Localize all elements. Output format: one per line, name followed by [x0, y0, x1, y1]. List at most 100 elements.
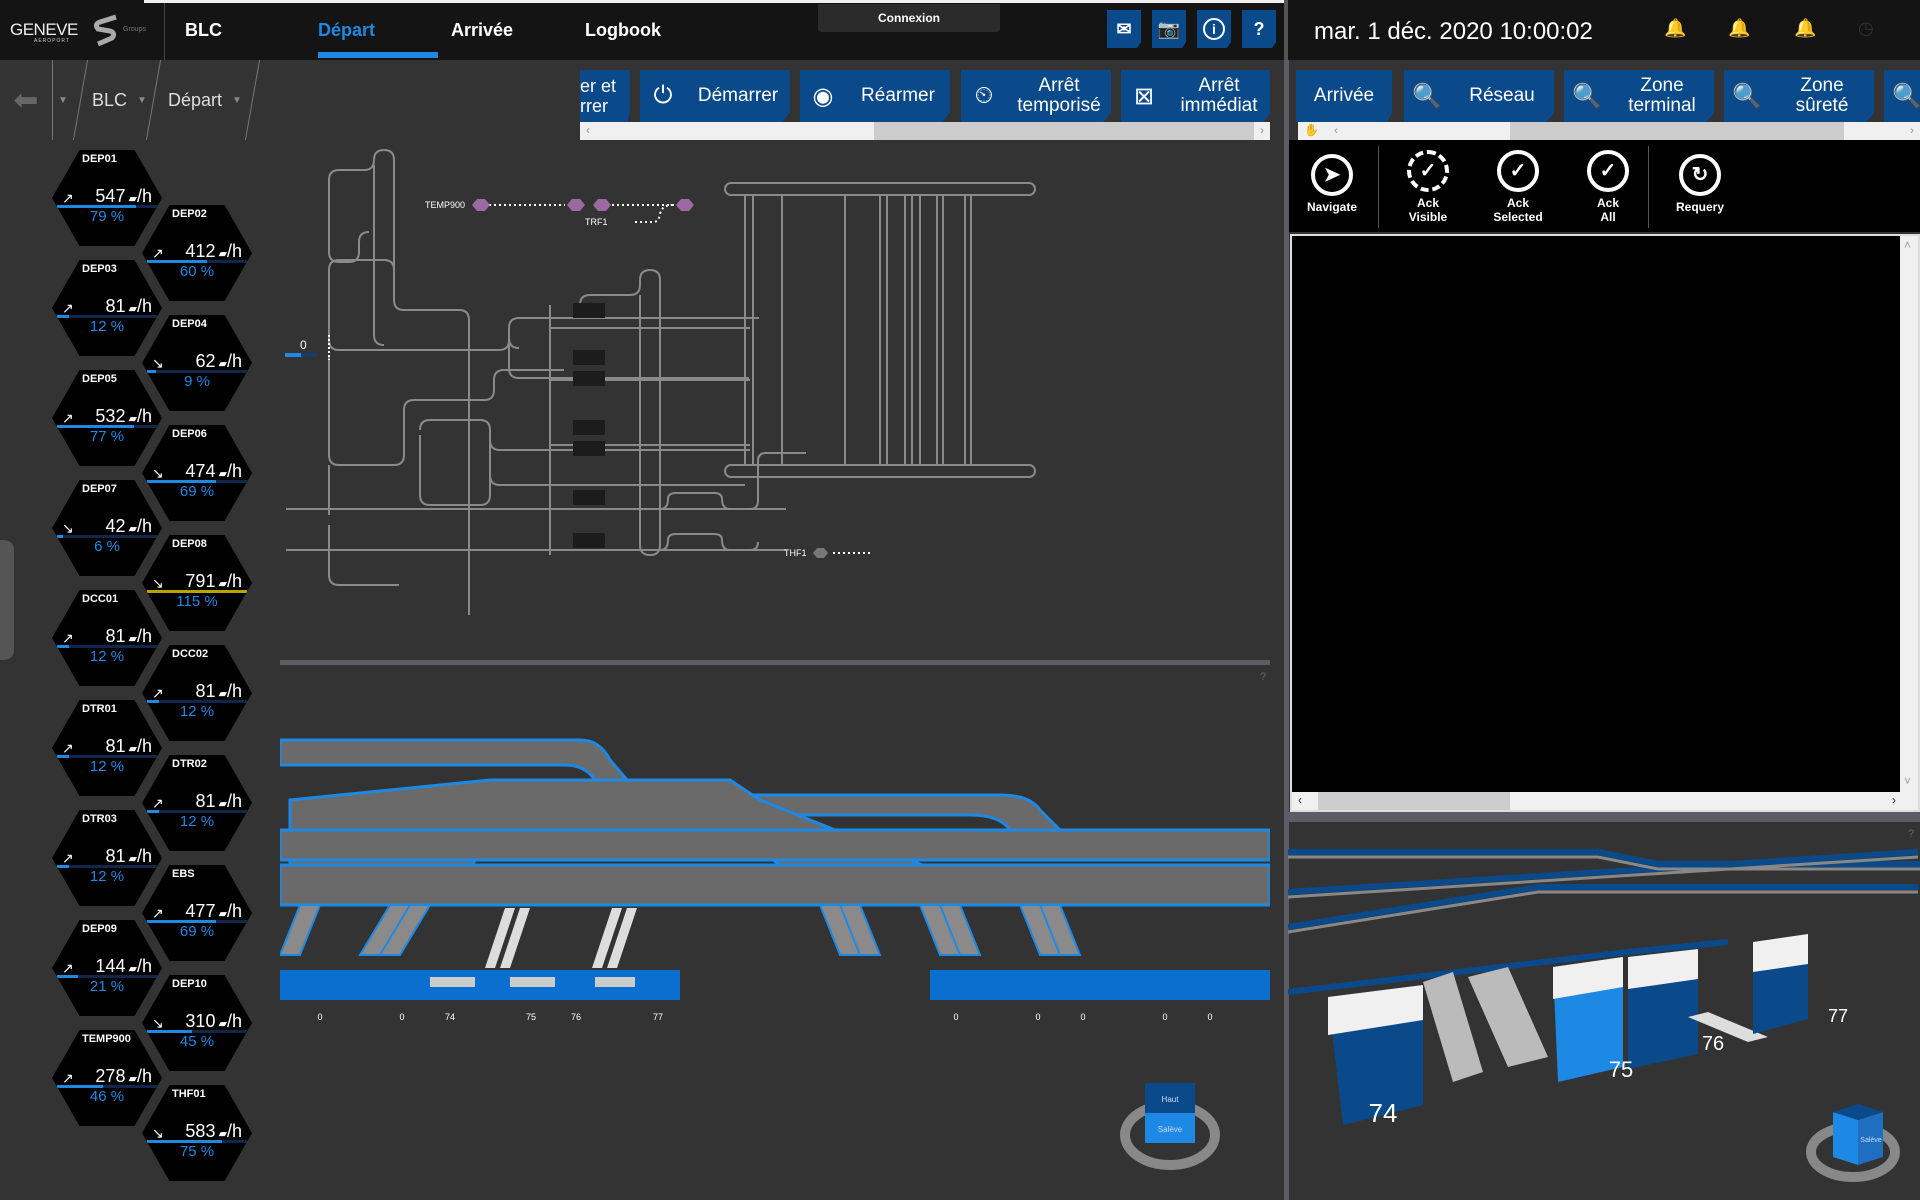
alert-list-horizontal-scrollbar[interactable]: ‹ ›	[1292, 792, 1918, 810]
chute-label: 0	[317, 1012, 322, 1022]
ack-all-button[interactable]: ✓ Ack All	[1568, 150, 1648, 224]
right-header: mar. 1 déc. 2020 10:00:02 🔔 🔔 🔔 ◷	[1284, 0, 1920, 60]
filter-toolbar-scrollbar[interactable]: ✋ ‹ ›	[1298, 122, 1920, 140]
camera-icon: 📷	[1157, 18, 1181, 39]
station-percent: 79 %	[89, 208, 125, 225]
navigate-button[interactable]: ➤ Navigate	[1292, 154, 1372, 214]
tab-depart[interactable]: Départ	[318, 20, 375, 41]
sidebar-handle[interactable]	[0, 540, 14, 660]
chevron-down-icon[interactable]: ▼	[137, 95, 147, 106]
station-tile-dep03[interactable]: DEP03 ↗ 81 ▰/h 12 %	[52, 260, 162, 356]
trf1-label: TRF1	[585, 217, 608, 227]
back-button[interactable]: ⬅	[0, 60, 52, 140]
mail-button[interactable]: ✉	[1107, 10, 1141, 48]
station-tile-dep09[interactable]: DEP09 ↗ 144 ▰/h 21 %	[52, 920, 162, 1016]
action-label: Réarmer	[861, 85, 935, 106]
station-tile-dtr01[interactable]: DTR01 ↗ 81 ▰/h 12 %	[52, 700, 162, 796]
datetime: mar. 1 déc. 2020 10:00:02	[1314, 18, 1593, 45]
rearmer-button[interactable]: ◉ Réarmer	[800, 70, 950, 122]
breadcrumb: ⬅ ▼ BLC ▼ Départ ▼	[0, 60, 261, 140]
station-tile-dep02[interactable]: DEP02 ↗ 412 ▰/h 60 %	[142, 205, 252, 301]
breadcrumb-item-blc[interactable]: BLC ▼	[92, 60, 147, 140]
chute-label: 77	[1828, 1006, 1848, 1026]
alert-filter-toolbar: Arrivée 🔍 Réseau 🔍 Zone terminal 🔍 Zone sûret…	[1296, 70, 1920, 122]
camera-button[interactable]: 📷	[1152, 10, 1186, 48]
info-button[interactable]: i	[1197, 10, 1231, 48]
bag-icon: ▰	[125, 193, 137, 205]
tab-arrivee[interactable]: Arrivée	[451, 20, 513, 41]
bag-icon: ▰	[125, 743, 137, 755]
history-clock-icon[interactable]: ◷	[1858, 18, 1874, 39]
filter-reseau-button[interactable]: 🔍 Réseau	[1404, 70, 1554, 122]
station-rate: 81 ▰/h	[105, 846, 152, 866]
station-tile-dep06[interactable]: DEP06 ↘ 474 ▰/h 69 %	[142, 425, 252, 521]
station-tile-dtr03[interactable]: DTR03 ↗ 81 ▰/h 12 %	[52, 810, 162, 906]
station-percent: 12 %	[89, 648, 125, 665]
view-cube[interactable]: Salève	[1806, 1104, 1900, 1182]
alert-list-vertical-scrollbar[interactable]: ˄ ˅	[1900, 236, 1918, 794]
breadcrumb-item-depart[interactable]: Départ ▼	[168, 60, 242, 140]
cube-front-label: Salève	[1860, 1137, 1882, 1144]
station-percent: 12 %	[89, 758, 125, 775]
logo-subtext: AEROPORT	[34, 38, 70, 44]
station-rate: 310 ▰/h	[185, 1011, 242, 1031]
right-horizontal-splitter[interactable]	[1288, 812, 1920, 822]
action-toolbar-scrollbar[interactable]: ‹ ›	[580, 122, 1270, 140]
station-tile-dep05[interactable]: DEP05 ↗ 532 ▰/h 77 %	[52, 370, 162, 466]
station-tile-dep01[interactable]: DEP01 ↗ 547 ▰/h 79 %	[52, 150, 162, 246]
station-percent: 9 %	[184, 373, 210, 390]
station-name: DEP09	[82, 923, 117, 935]
partial-action-button[interactable]: er et rrer	[580, 70, 630, 122]
station-tile-temp900[interactable]: TEMP900 ↗ 278 ▰/h 46 %	[52, 1030, 162, 1126]
logo: GENEVE AEROPORT Groups	[0, 0, 165, 60]
ack-visible-icon: ✓	[1407, 150, 1449, 192]
station-percent: 12 %	[89, 868, 125, 885]
station-tile-dep10[interactable]: DEP10 ↘ 310 ▰/h 45 %	[142, 975, 252, 1071]
3d-view-right[interactable]: 74 75 76 77 ? Salève	[1288, 822, 1920, 1200]
station-name: EBS	[172, 868, 195, 880]
demarrer-button[interactable]: ⏻ Démarrer	[640, 70, 790, 122]
station-name: DTR01	[82, 703, 117, 715]
3d-view[interactable]: 0 0 74 75 76 77 0 0 0 0 0 ? Haut Salève	[280, 665, 1270, 1200]
station-tile-dep08[interactable]: DEP08 ↘ 791 ▰/h 115 %	[142, 535, 252, 631]
arret-temporise-button[interactable]: ⏲ Arrêt temporisé	[961, 70, 1111, 122]
info-bell-icon[interactable]: 🔔	[1794, 18, 1816, 39]
station-tile-dep04[interactable]: DEP04 ↘ 62 ▰/h 9 %	[142, 315, 252, 411]
ack-visible-button[interactable]: ✓ Ack Visible	[1388, 150, 1468, 224]
filter-more-button[interactable]: 🔍	[1884, 70, 1920, 122]
station-tile-thf01[interactable]: THF01 ↘ 583 ▰/h 75 %	[142, 1085, 252, 1181]
tab-blc[interactable]: BLC	[185, 20, 222, 41]
ack-selected-button[interactable]: ✓ Ack Selected	[1478, 150, 1558, 224]
station-tile-dep07[interactable]: DEP07 ↘ 42 ▰/h 6 %	[52, 480, 162, 576]
arret-immediat-button[interactable]: ⊠ Arrêt immédiat	[1121, 70, 1270, 122]
filter-arrivee-button[interactable]: Arrivée	[1296, 70, 1392, 122]
view-cube[interactable]: Haut Salève	[1120, 1083, 1220, 1170]
station-tile-dcc01[interactable]: DCC01 ↗ 81 ▰/h 12 %	[52, 590, 162, 686]
requery-icon: ↻	[1679, 154, 1721, 196]
alert-action-toolbar: ➤ Navigate ✓ Ack Visible ✓ Ack Selected ✓ Ack A…	[1288, 140, 1920, 232]
help-button[interactable]: ?	[1242, 10, 1276, 48]
alert-list[interactable]: ˄ ˅ ‹ ›	[1290, 234, 1920, 812]
pan-hand-icon: ✋	[1304, 123, 1319, 137]
connexion-button[interactable]: Connexion	[818, 4, 1000, 32]
filter-zone-surete-button[interactable]: 🔍 Zone sûreté	[1724, 70, 1874, 122]
alarm-bell-icon[interactable]: 🔔	[1664, 18, 1686, 39]
warning-bell-icon[interactable]: 🔔	[1728, 18, 1750, 39]
station-percent: 21 %	[89, 978, 125, 995]
station-rate: 474 ▰/h	[185, 461, 242, 481]
chevron-down-icon[interactable]: ▼	[232, 95, 242, 106]
station-tile-dcc02[interactable]: DCC02 ↗ 81 ▰/h 12 %	[142, 645, 252, 741]
tab-logbook[interactable]: Logbook	[585, 20, 661, 41]
filter-zone-terminal-button[interactable]: 🔍 Zone terminal	[1564, 70, 1714, 122]
station-percent: 6 %	[94, 538, 120, 555]
station-rate: 81 ▰/h	[195, 791, 242, 811]
chute-label: 0	[1035, 1012, 1040, 1022]
requery-button[interactable]: ↻ Requery	[1660, 154, 1740, 214]
station-rate: 791 ▰/h	[185, 571, 242, 591]
station-tile-ebs[interactable]: EBS ↗ 477 ▰/h 69 %	[142, 865, 252, 961]
station-percent: 60 %	[179, 263, 215, 280]
station-percent: 77 %	[89, 428, 125, 445]
action-label: Arrêt immédiat	[1180, 75, 1258, 116]
bag-icon: ▰	[215, 578, 227, 590]
station-tile-dtr02[interactable]: DTR02 ↗ 81 ▰/h 12 %	[142, 755, 252, 851]
